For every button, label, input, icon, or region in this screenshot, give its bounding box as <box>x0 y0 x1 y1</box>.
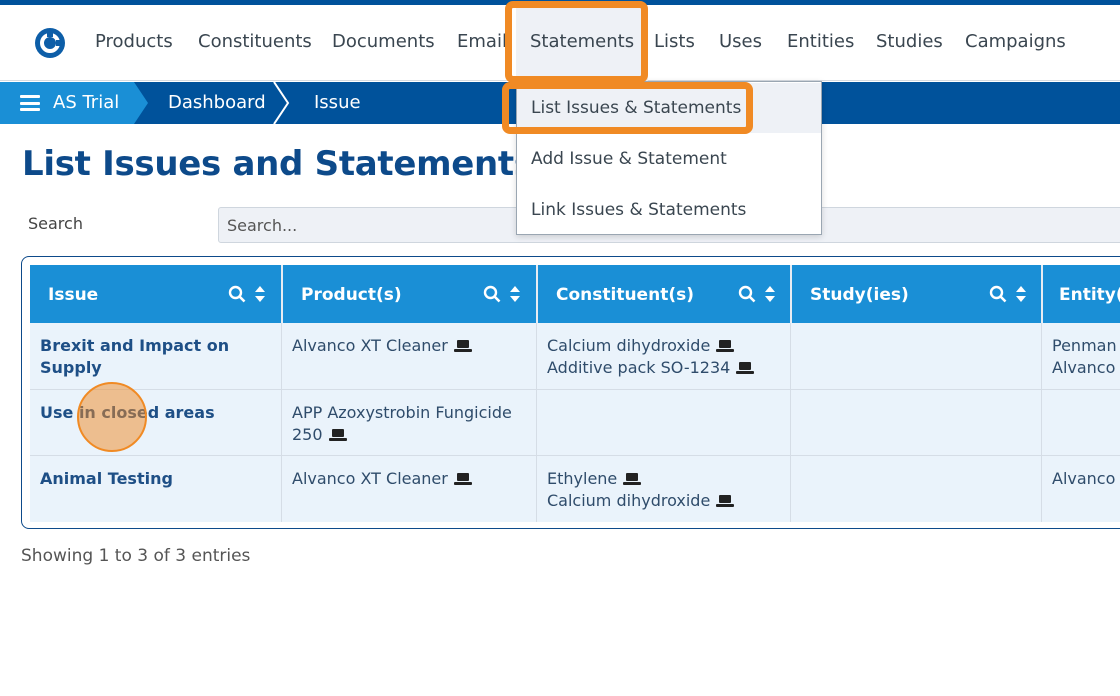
nav-documents[interactable]: Documents <box>332 5 435 81</box>
column-tools <box>222 275 274 313</box>
column-tools <box>732 275 784 313</box>
sort-icon[interactable] <box>764 285 776 303</box>
menu-item-link-issues[interactable]: Link Issues & Statements <box>517 185 821 235</box>
breadcrumb-issue: Issue <box>314 92 361 113</box>
column-header-products[interactable]: Product(s) <box>283 265 536 323</box>
statements-dropdown: List Issues & Statements Add Issue & Sta… <box>516 81 822 235</box>
column-header-studies[interactable]: Study(ies) <box>792 265 1041 323</box>
breadcrumb-root-arrow <box>134 82 148 124</box>
entity-link[interactable]: Alvanco C <box>1052 469 1120 488</box>
nav-products[interactable]: Products <box>95 5 173 81</box>
laptop-icon[interactable] <box>328 428 347 442</box>
breadcrumb-root-label[interactable]: AS Trial <box>53 82 119 124</box>
issue-link[interactable]: Animal Testing <box>30 456 281 522</box>
constituent-link[interactable]: Calcium dihydroxide <box>547 491 710 510</box>
entities-cell: Alvanco C <box>1042 456 1120 522</box>
nav-statements[interactable]: Statements <box>516 5 649 81</box>
sort-icon[interactable] <box>1015 285 1027 303</box>
nav-entities[interactable]: Entities <box>787 5 854 81</box>
column-label: Issue <box>40 275 107 313</box>
laptop-icon[interactable] <box>736 361 755 375</box>
search-icon[interactable] <box>989 285 1007 303</box>
laptop-icon[interactable] <box>453 472 472 486</box>
nav-campaigns[interactable]: Campaigns <box>965 5 1066 81</box>
studies-cell <box>791 390 1041 456</box>
product-link[interactable]: Alvanco XT Cleaner <box>292 469 448 488</box>
column-label: Product(s) <box>293 275 410 313</box>
table-row: Use in closed areas APP Azoxystrobin Fun… <box>30 390 1120 456</box>
laptop-icon[interactable] <box>623 472 642 486</box>
issues-table: Issue Product(s) Constituent(s) Study(ie… <box>21 256 1120 529</box>
table-info: Showing 1 to 3 of 3 entries <box>21 546 251 566</box>
laptop-icon[interactable] <box>716 339 735 353</box>
entity-link[interactable]: Alvanco C <box>1052 358 1120 377</box>
sort-icon[interactable] <box>509 285 521 303</box>
column-tools <box>477 275 529 313</box>
entities-cell <box>1042 390 1120 456</box>
search-label: Search <box>28 214 83 233</box>
search-icon[interactable] <box>483 285 501 303</box>
constituent-link[interactable]: Calcium dihydroxide <box>547 336 710 355</box>
table-row: Animal Testing Alvanco XT Cleaner Ethyle… <box>30 456 1120 522</box>
products-cell: Alvanco XT Cleaner <box>282 456 536 522</box>
nav-lists[interactable]: Lists <box>654 5 695 81</box>
constituents-cell <box>537 390 790 456</box>
column-label: Entity(i <box>1051 275 1120 313</box>
products-cell: Alvanco XT Cleaner <box>282 323 536 389</box>
nav-uses[interactable]: Uses <box>719 5 762 81</box>
sort-icon[interactable] <box>254 285 266 303</box>
column-header-constituents[interactable]: Constituent(s) <box>538 265 790 323</box>
chevron-right-icon <box>273 82 290 124</box>
search-icon[interactable] <box>738 285 756 303</box>
table-row: Brexit and Impact on Supply Alvanco XT C… <box>30 323 1120 389</box>
entities-cell: Penman Alvanco C <box>1042 323 1120 389</box>
top-navigation: Products Constituents Documents Email St… <box>0 5 1120 81</box>
constituent-link[interactable]: Ethylene <box>547 469 617 488</box>
app-logo-icon[interactable] <box>34 27 66 59</box>
column-label: Constituent(s) <box>548 275 702 313</box>
column-header-entities[interactable]: Entity(i <box>1043 265 1120 323</box>
nav-constituents[interactable]: Constituents <box>198 5 312 81</box>
issue-link[interactable]: Brexit and Impact on Supply <box>30 323 281 389</box>
products-cell: APP Azoxystrobin Fungicide 250 <box>282 390 536 456</box>
laptop-icon[interactable] <box>716 494 735 508</box>
nav-email[interactable]: Email <box>457 5 507 81</box>
column-tools <box>983 275 1035 313</box>
menu-item-add-issue[interactable]: Add Issue & Statement <box>517 134 821 184</box>
entity-link[interactable]: Penman <box>1052 336 1117 355</box>
page-title: List Issues and Statements <box>22 144 534 184</box>
column-header-issue[interactable]: Issue <box>30 265 281 323</box>
studies-cell <box>791 456 1041 522</box>
search-icon[interactable] <box>228 285 246 303</box>
constituent-link[interactable]: Additive pack SO-1234 <box>547 358 730 377</box>
breadcrumb-dashboard[interactable]: Dashboard <box>168 82 266 124</box>
hamburger-menu-icon[interactable] <box>20 95 40 111</box>
studies-cell <box>791 323 1041 389</box>
column-label: Study(ies) <box>802 275 917 313</box>
issue-link[interactable]: Use in closed areas <box>30 390 281 456</box>
constituents-cell: Ethylene Calcium dihydroxide <box>537 456 790 522</box>
constituents-cell: Calcium dihydroxide Additive pack SO-123… <box>537 323 790 389</box>
laptop-icon[interactable] <box>453 339 472 353</box>
nav-studies[interactable]: Studies <box>876 5 943 81</box>
menu-item-list-issues[interactable]: List Issues & Statements <box>517 83 821 133</box>
product-link[interactable]: Alvanco XT Cleaner <box>292 336 448 355</box>
product-link[interactable]: APP Azoxystrobin Fungicide 250 <box>292 403 512 444</box>
